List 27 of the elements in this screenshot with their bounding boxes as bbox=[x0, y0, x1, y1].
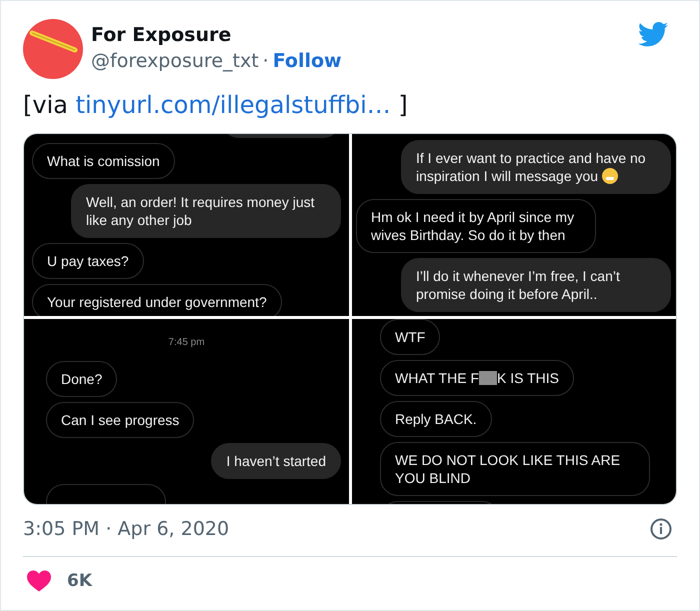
tweet-link[interactable]: tinyurl.com/illegalstuffbi… bbox=[76, 91, 391, 119]
chat-bubble: WE DO NOT LOOK LIKE THIS ARE YOU BLIND bbox=[380, 442, 650, 496]
chat-bubble: Can I see progress bbox=[46, 402, 194, 438]
chat-bubble: I haven’t started bbox=[211, 443, 341, 479]
avatar[interactable] bbox=[23, 19, 83, 79]
tweet-timestamp[interactable]: 3:05 PM · Apr 6, 2020 bbox=[23, 515, 230, 544]
chat-bubble: WHAT THE F K IS THIS bbox=[380, 360, 574, 396]
chat-bubble: I’ll do it whenever I’m free, I can’t promise doing it before April.. bbox=[401, 258, 671, 312]
chat-bubble: If I ever want to practice and have no inspiration I will message you bbox=[401, 140, 671, 194]
chat-bubble: Done? bbox=[46, 361, 118, 397]
chat-bubble: What is comission bbox=[32, 143, 175, 179]
chat-bubble: Your registered under government? bbox=[32, 284, 282, 316]
author-name[interactable]: For Exposure bbox=[91, 23, 638, 47]
like-count[interactable]: 6K bbox=[67, 568, 92, 594]
chat-bubble: U pay taxes? bbox=[32, 243, 144, 279]
chat-bubble: Reply BACK. bbox=[380, 401, 492, 437]
author-handle[interactable]: @forexposure_txt bbox=[91, 48, 259, 74]
timestamp-label: 7:45 pm bbox=[168, 336, 205, 350]
bird-logo-icon[interactable] bbox=[638, 22, 668, 47]
heart-icon[interactable] bbox=[27, 570, 51, 592]
separator-dot: · bbox=[262, 49, 269, 74]
chat-bubble: Well, an order! It requires money just like any other job bbox=[71, 184, 341, 238]
chat-bubble: Hm ok I need it by April since my wives Birthday. So do it by then bbox=[356, 199, 596, 253]
info-icon[interactable] bbox=[650, 518, 672, 540]
tweet-text: [via tinyurl.com/illegalstuffbi… ] bbox=[23, 90, 409, 121]
follow-link[interactable]: Follow bbox=[272, 47, 342, 76]
chat-bubble: WTF bbox=[380, 319, 440, 355]
